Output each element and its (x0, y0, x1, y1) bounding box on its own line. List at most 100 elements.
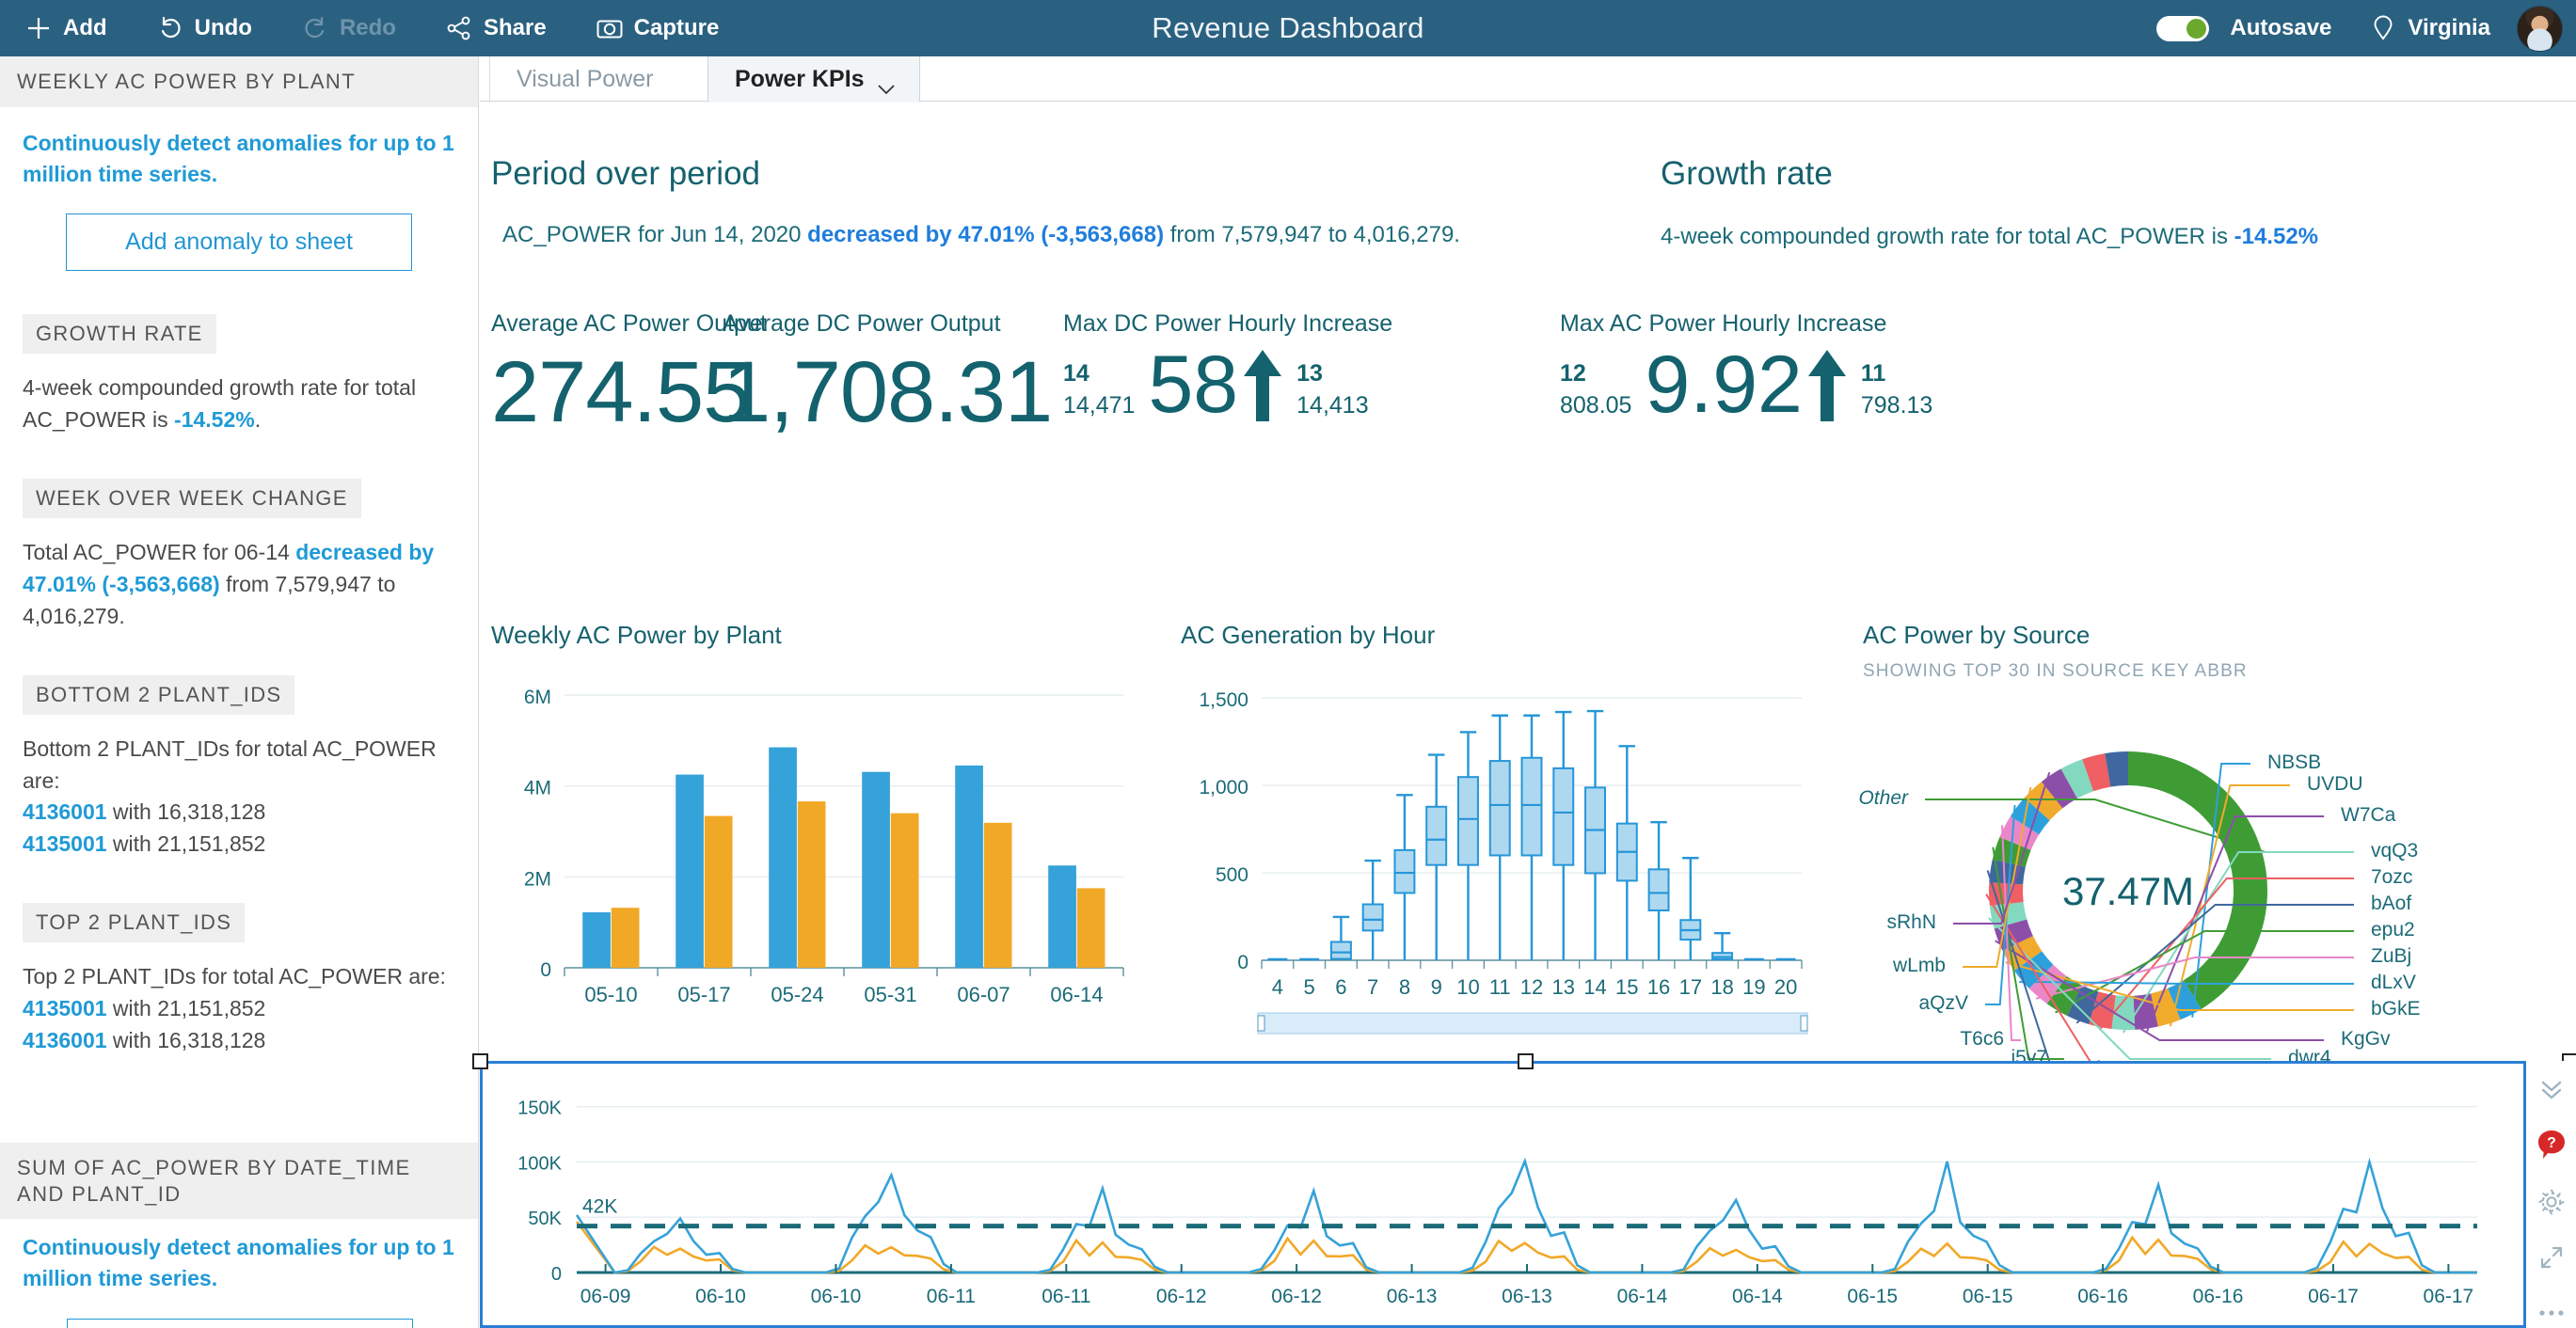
gear-icon[interactable] (2536, 1186, 2568, 1217)
bar-06-14-4135001[interactable] (1048, 865, 1076, 968)
toolbar-capture-label: Capture (633, 15, 720, 40)
narrative-left-text: AC_POWER for Jun 14, 2020 decreased by 4… (502, 222, 1460, 247)
toolbar-right-group: Autosave Virginia (2156, 0, 2563, 56)
boxplot-18[interactable] (1711, 931, 1734, 961)
svg-text:?: ? (2547, 1135, 2556, 1151)
donut-label-Other: Other (1858, 787, 1909, 809)
box-scrollbar-handle-right[interactable] (1800, 1015, 1808, 1032)
narrative-right-text: 4-week compounded growth rate for total … (1661, 224, 2318, 249)
box-scrollbar-handle-left[interactable] (1257, 1015, 1265, 1032)
line-x-tick: 06-12 (1271, 1286, 1322, 1307)
donut-label-UVDU: UVDU (2307, 773, 2363, 795)
avatar[interactable] (2517, 5, 2563, 52)
anomaly-promo-text-2: Continuously detect anomalies for up to … (23, 1235, 454, 1291)
kpi-main: 58 (1148, 344, 1283, 425)
bar-05-24-4135001[interactable] (769, 747, 797, 968)
box-x-tick: 16 (1647, 975, 1670, 999)
toolbar-add-button[interactable]: Add (0, 0, 132, 56)
chart-box-title: AC Generation by Hour (1181, 621, 1436, 649)
sidebar-section-tag: GROWTH RATE (23, 314, 216, 355)
bar-05-10-4136001[interactable] (611, 908, 640, 968)
tab-visual-power[interactable]: Visual Power (489, 56, 679, 103)
autosave-toggle[interactable] (2156, 15, 2210, 41)
boxplot-7[interactable] (1361, 859, 1384, 960)
box-chart-svg[interactable]: 0 500 1,000 1,500 4 5 6 7 8 9 10 11 12 13 14 15 16 17 18 19… (1181, 650, 1830, 1064)
share-icon (445, 14, 473, 42)
resize-handle-top-center[interactable] (1518, 1053, 1534, 1069)
help-badge-icon[interactable]: ? (2536, 1130, 2568, 1162)
bar-06-14-4136001[interactable] (1076, 888, 1105, 968)
box-chart-scrollbar[interactable] (1257, 1012, 1808, 1035)
kpi-next-value: 798.13 (1860, 391, 1933, 419)
boxplot-10[interactable] (1457, 731, 1479, 960)
donut-label-KgGv: KgGv (2341, 1028, 2391, 1050)
box-x-tick: 12 (1520, 975, 1543, 999)
toolbar-capture-button[interactable]: Capture (571, 0, 744, 56)
donut-chart-svg[interactable]: 37.47M Other NBSBUVDU W7Ca vqQ3 7ozc bAof epu2 Z… (1858, 682, 2559, 1080)
boxplot-15[interactable] (1615, 745, 1638, 960)
bar-05-17-4135001[interactable] (676, 774, 704, 968)
box-x-tick: 19 (1742, 975, 1765, 999)
box-x-tick: 6 (1335, 975, 1346, 999)
kpi-card-3[interactable]: Max AC Power Hourly Increase 12 808.05 9.92… (1560, 310, 1933, 425)
chart-donut-subtitle: SHOWING TOP 30 IN SOURCE KEY ABBR (1863, 661, 2248, 681)
anomaly-promo-text-1: Continuously detect anomalies for up to … (23, 130, 454, 186)
kpi-prev: 12 808.05 (1560, 347, 1631, 422)
donut-label-wLmb: wLmb (1892, 955, 1946, 976)
region-selector[interactable]: Virginia (2337, 0, 2500, 56)
boxplot-6[interactable] (1329, 915, 1352, 960)
boxplot-14[interactable] (1584, 709, 1606, 960)
boxplot-12[interactable] (1520, 714, 1543, 960)
bar-06-07-4135001[interactable] (955, 765, 983, 968)
chart-bar-title: Weekly AC Power by Plant (491, 621, 782, 649)
bar-y-tick: 6M (524, 687, 551, 708)
resize-handle-top-left[interactable] (472, 1053, 488, 1069)
narrative-highlight: -14.52% (2234, 224, 2318, 249)
more-options-icon[interactable] (2536, 1297, 2568, 1328)
kpi-main: 9.92 (1645, 344, 1847, 425)
boxplot-13[interactable] (1552, 710, 1575, 960)
line-chart-svg[interactable]: 0 50K 100K 150K 42K 06-09 06-10 06-10 06-11 06-11… (483, 1064, 2515, 1320)
box-x-tick: 11 (1489, 975, 1511, 999)
line-y-tick: 100K (517, 1153, 562, 1174)
donut-label-vqQ3: vqQ3 (2371, 840, 2418, 862)
expand-icon[interactable] (2536, 1241, 2568, 1273)
bar-05-31-4136001[interactable] (890, 813, 919, 968)
boxplot-16[interactable] (1647, 820, 1670, 960)
bar-05-17-4136001[interactable] (704, 815, 733, 968)
bar-06-07-4136001[interactable] (983, 822, 1012, 968)
line-y-tick: 0 (551, 1264, 562, 1285)
bar-05-24-4136001[interactable] (797, 801, 826, 968)
toolbar-undo-button[interactable]: Undo (132, 0, 277, 56)
chart-ac-generation-by-hour: AC Generation by Hour 0 500 1,000 1,500 4 5 6 7… (1181, 621, 1839, 1068)
kpi-comparison: 14 14,471 58 13 14,413 (1063, 344, 1392, 425)
boxplot-8[interactable] (1393, 794, 1416, 960)
kpi-label: Max DC Power Hourly Increase (1063, 310, 1393, 337)
line-y-tick: 150K (517, 1099, 562, 1119)
donut-label-bGkE: bGkE (2371, 998, 2421, 1020)
plus-icon (24, 14, 53, 42)
sidebar-section-tag: BOTTOM 2 PLANT_IDS (23, 675, 295, 716)
bar-05-10-4135001[interactable] (582, 912, 611, 968)
selected-visual-line-chart[interactable]: 0 50K 100K 150K 42K 06-09 06-10 06-10 06-11 06-11… (480, 1061, 2570, 1328)
toolbar-redo-button[interactable]: Redo (277, 0, 421, 56)
donut-label-T6c6: T6c6 (1960, 1028, 2004, 1050)
toolbar-share-button[interactable]: Share (421, 0, 571, 56)
sidebar-panel-heading-2: SUM OF AC_POWER BY DATE_TIME AND PLANT_I… (0, 1143, 478, 1219)
bar-05-31-4135001[interactable] (862, 771, 890, 968)
add-anomaly-button-1[interactable]: Add anomaly to sheet (66, 213, 412, 272)
bar-chart-svg[interactable]: 0 2M 4M 6M 05-10 05-17 05-24 05-31 06-07 06-14 (491, 650, 1140, 1045)
kpi-card-2[interactable]: Max DC Power Hourly Increase 14 14,471 58 13… (1063, 310, 1393, 425)
visual-action-rail: ? (2523, 1061, 2576, 1328)
boxplot-11[interactable] (1488, 714, 1511, 960)
kpi-card-1[interactable]: Average DC Power Output 1,708.31 (723, 310, 1053, 435)
bar-y-tick: 0 (540, 959, 551, 981)
kpi-prev-value: 14,471 (1063, 391, 1136, 419)
add-anomaly-button-2[interactable]: Add anomaly to sheet (66, 1318, 413, 1328)
box-x-tick: 9 (1431, 975, 1442, 999)
sidebar-highlight: 4136001 (23, 799, 107, 825)
box-x-tick: 18 (1710, 975, 1733, 999)
tab-power-kpis[interactable]: Power KPIs (708, 56, 920, 103)
collapse-chevrons-icon[interactable] (2536, 1074, 2568, 1105)
kpi-prev: 14 14,471 (1063, 347, 1135, 422)
